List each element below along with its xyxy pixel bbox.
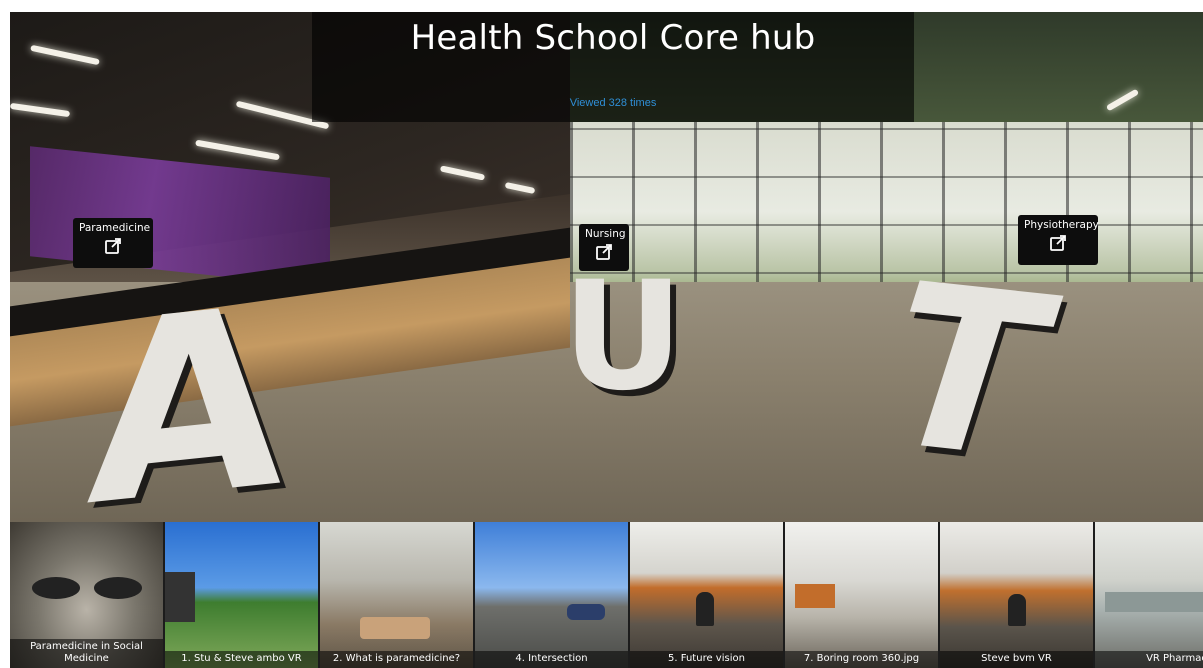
thumbnail-caption: 1. Stu & Steve ambo VR <box>165 651 318 668</box>
scene-thumbnail-strip[interactable]: Paramedicine in Social Medicine 1. Stu &… <box>10 522 1203 668</box>
hotspot-label: Nursing <box>585 228 626 240</box>
page-title: Health School Core hub <box>410 18 816 58</box>
thumbnail-caption: 7. Boring room 360.jpg <box>785 651 938 668</box>
sculpture-letter-a: A <box>83 251 290 522</box>
thumbnail-image <box>630 522 783 668</box>
thumbnail-image <box>1095 522 1203 668</box>
scene-thumbnail[interactable]: 1. Stu & Steve ambo VR <box>165 522 318 668</box>
tour-title-bar: Health School Core hub Viewed 328 times <box>312 12 914 122</box>
hotspot-physiotherapy[interactable]: Physiotherapy <box>1018 215 1099 265</box>
thumbnail-image <box>165 522 318 668</box>
thumbnail-caption: Steve bvm VR <box>940 651 1093 668</box>
thumbnail-caption: Paramedicine in Social Medicine <box>10 639 163 668</box>
thumbnail-image <box>320 522 473 668</box>
thumbnail-caption: VR Pharmacology.jp <box>1095 651 1203 668</box>
external-link-icon <box>1050 235 1066 251</box>
panorama-viewer[interactable]: A U T Health School Core hub Viewed 328 … <box>10 12 1203 668</box>
thumbnail-image <box>940 522 1093 668</box>
thumbnail-image <box>475 522 628 668</box>
hotspot-label: Paramedicine <box>79 222 151 234</box>
hotspot-nursing[interactable]: Nursing <box>579 224 629 271</box>
thumbnail-caption: 5. Future vision <box>630 651 783 668</box>
thumbnail-caption: 4. Intersection <box>475 651 628 668</box>
hotspot-label: Physiotherapy <box>1024 219 1099 231</box>
thumbnail-image <box>785 522 938 668</box>
sculpture-letter-u: U <box>562 250 684 424</box>
scene-thumbnail[interactable]: VR Pharmacology.jp <box>1095 522 1203 668</box>
scene-thumbnail[interactable]: 4. Intersection <box>475 522 628 668</box>
panorama-scene[interactable]: A U T Health School Core hub Viewed 328 … <box>10 12 1203 522</box>
thumbnail-caption: 2. What is paramedicine? <box>320 651 473 668</box>
scene-thumbnail[interactable]: Steve bvm VR <box>940 522 1093 668</box>
scene-thumbnail[interactable]: 7. Boring room 360.jpg <box>785 522 938 668</box>
scene-thumbnail[interactable]: 5. Future vision <box>630 522 783 668</box>
hotspot-paramedicine[interactable]: Paramedicine <box>73 218 153 268</box>
external-link-icon <box>596 244 612 260</box>
external-link-icon <box>105 238 121 254</box>
scene-thumbnail[interactable]: 2. What is paramedicine? <box>320 522 473 668</box>
scene-thumbnail[interactable]: Paramedicine in Social Medicine <box>10 522 163 668</box>
view-count-link[interactable]: Viewed 328 times <box>312 97 914 109</box>
